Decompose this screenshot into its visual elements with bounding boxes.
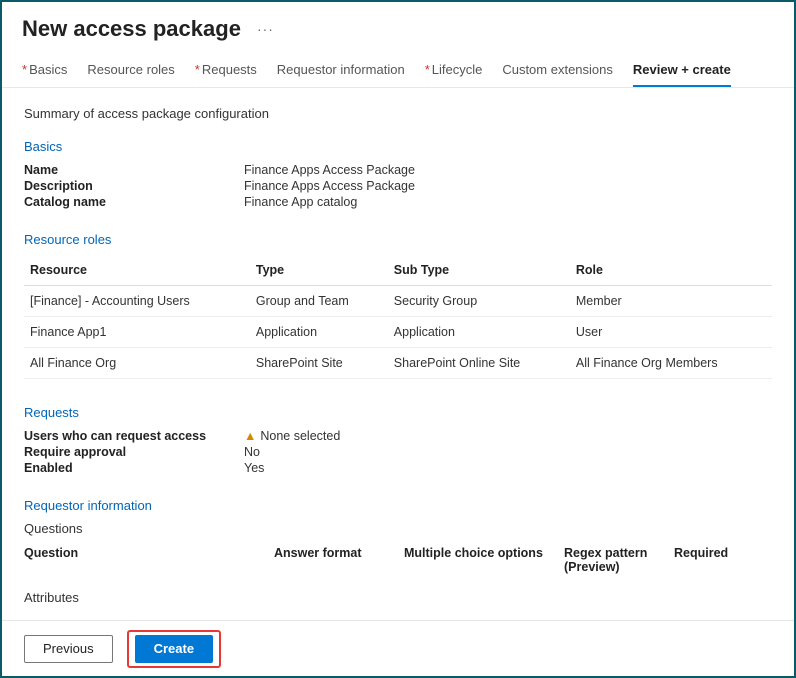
tab-requestor-information[interactable]: Requestor information: [277, 62, 405, 87]
table-header: Resource: [24, 255, 250, 286]
kv-row: Users who can request access▲None select…: [24, 428, 772, 444]
table-cell: Application: [388, 317, 570, 348]
tab-label: Requestor information: [277, 62, 405, 77]
questions-columns: QuestionAnswer formatMultiple choice opt…: [24, 540, 772, 580]
table-cell: Security Group: [388, 286, 570, 317]
kv-label: Users who can request access: [24, 429, 244, 443]
wizard-tabs: *BasicsResource roles*RequestsRequestor …: [2, 46, 794, 88]
tab-resource-roles[interactable]: Resource roles: [87, 62, 174, 87]
table-cell: User: [570, 317, 772, 348]
tab-lifecycle[interactable]: *Lifecycle: [425, 62, 483, 87]
kv-label: Description: [24, 179, 244, 193]
kv-value: Finance Apps Access Package: [244, 179, 772, 193]
kv-row: Catalog nameFinance App catalog: [24, 194, 772, 210]
table-header: Sub Type: [388, 255, 570, 286]
table-header: Type: [250, 255, 388, 286]
warning-icon: ▲: [244, 429, 256, 443]
required-indicator-icon: *: [22, 62, 27, 77]
column-header: Multiple choice options: [404, 546, 564, 574]
table-cell: SharePoint Site: [250, 348, 388, 379]
kv-row: EnabledYes: [24, 460, 772, 476]
table-header: Role: [570, 255, 772, 286]
tab-label: Resource roles: [87, 62, 174, 77]
basics-summary: NameFinance Apps Access PackageDescripti…: [24, 162, 772, 210]
table-cell: Finance App1: [24, 317, 250, 348]
column-header: Question: [24, 546, 274, 574]
more-actions-button[interactable]: ···: [257, 21, 274, 37]
section-link-requestor-info[interactable]: Requestor information: [24, 498, 772, 513]
tab-label: Basics: [29, 62, 67, 77]
kv-value: ▲None selected: [244, 429, 772, 443]
tab-requests[interactable]: *Requests: [195, 62, 257, 87]
kv-row: DescriptionFinance Apps Access Package: [24, 178, 772, 194]
kv-row: Require approvalNo: [24, 444, 772, 460]
kv-value: Yes: [244, 461, 772, 475]
kv-value: Finance Apps Access Package: [244, 163, 772, 177]
questions-heading: Questions: [24, 521, 772, 536]
table-cell: [Finance] - Accounting Users: [24, 286, 250, 317]
column-header: Regex pattern (Preview): [564, 546, 674, 574]
tab-label: Custom extensions: [502, 62, 613, 77]
previous-button[interactable]: Previous: [24, 635, 113, 663]
section-link-requests[interactable]: Requests: [24, 405, 772, 420]
required-indicator-icon: *: [195, 62, 200, 77]
create-button[interactable]: Create: [135, 635, 213, 663]
wizard-footer: Previous Create: [2, 620, 794, 676]
table-row: [Finance] - Accounting UsersGroup and Te…: [24, 286, 772, 317]
table-cell: Application: [250, 317, 388, 348]
requests-summary: Users who can request access▲None select…: [24, 428, 772, 476]
create-button-highlight: Create: [127, 630, 221, 668]
table-cell: All Finance Org Members: [570, 348, 772, 379]
column-header: Answer format: [274, 546, 404, 574]
kv-label: Require approval: [24, 445, 244, 459]
table-cell: SharePoint Online Site: [388, 348, 570, 379]
kv-row: NameFinance Apps Access Package: [24, 162, 772, 178]
page-title: New access package: [22, 16, 241, 42]
tab-custom-extensions[interactable]: Custom extensions: [502, 62, 613, 87]
attributes-heading: Attributes: [24, 590, 772, 605]
kv-label: Enabled: [24, 461, 244, 475]
tab-label: Review + create: [633, 62, 731, 77]
tab-label: Lifecycle: [432, 62, 483, 77]
section-link-basics[interactable]: Basics: [24, 139, 772, 154]
required-indicator-icon: *: [425, 62, 430, 77]
tab-basics[interactable]: *Basics: [22, 62, 67, 87]
kv-value: No: [244, 445, 772, 459]
kv-value: Finance App catalog: [244, 195, 772, 209]
table-row: Finance App1ApplicationApplicationUser: [24, 317, 772, 348]
table-cell: Member: [570, 286, 772, 317]
tab-label: Requests: [202, 62, 257, 77]
tab-review-create[interactable]: Review + create: [633, 62, 731, 87]
kv-label: Name: [24, 163, 244, 177]
section-link-resource-roles[interactable]: Resource roles: [24, 232, 772, 247]
table-row: All Finance OrgSharePoint SiteSharePoint…: [24, 348, 772, 379]
table-cell: All Finance Org: [24, 348, 250, 379]
column-header: Required: [674, 546, 772, 574]
summary-heading: Summary of access package configuration: [24, 106, 772, 121]
kv-label: Catalog name: [24, 195, 244, 209]
table-cell: Group and Team: [250, 286, 388, 317]
resource-roles-table: ResourceTypeSub TypeRole [Finance] - Acc…: [24, 255, 772, 379]
